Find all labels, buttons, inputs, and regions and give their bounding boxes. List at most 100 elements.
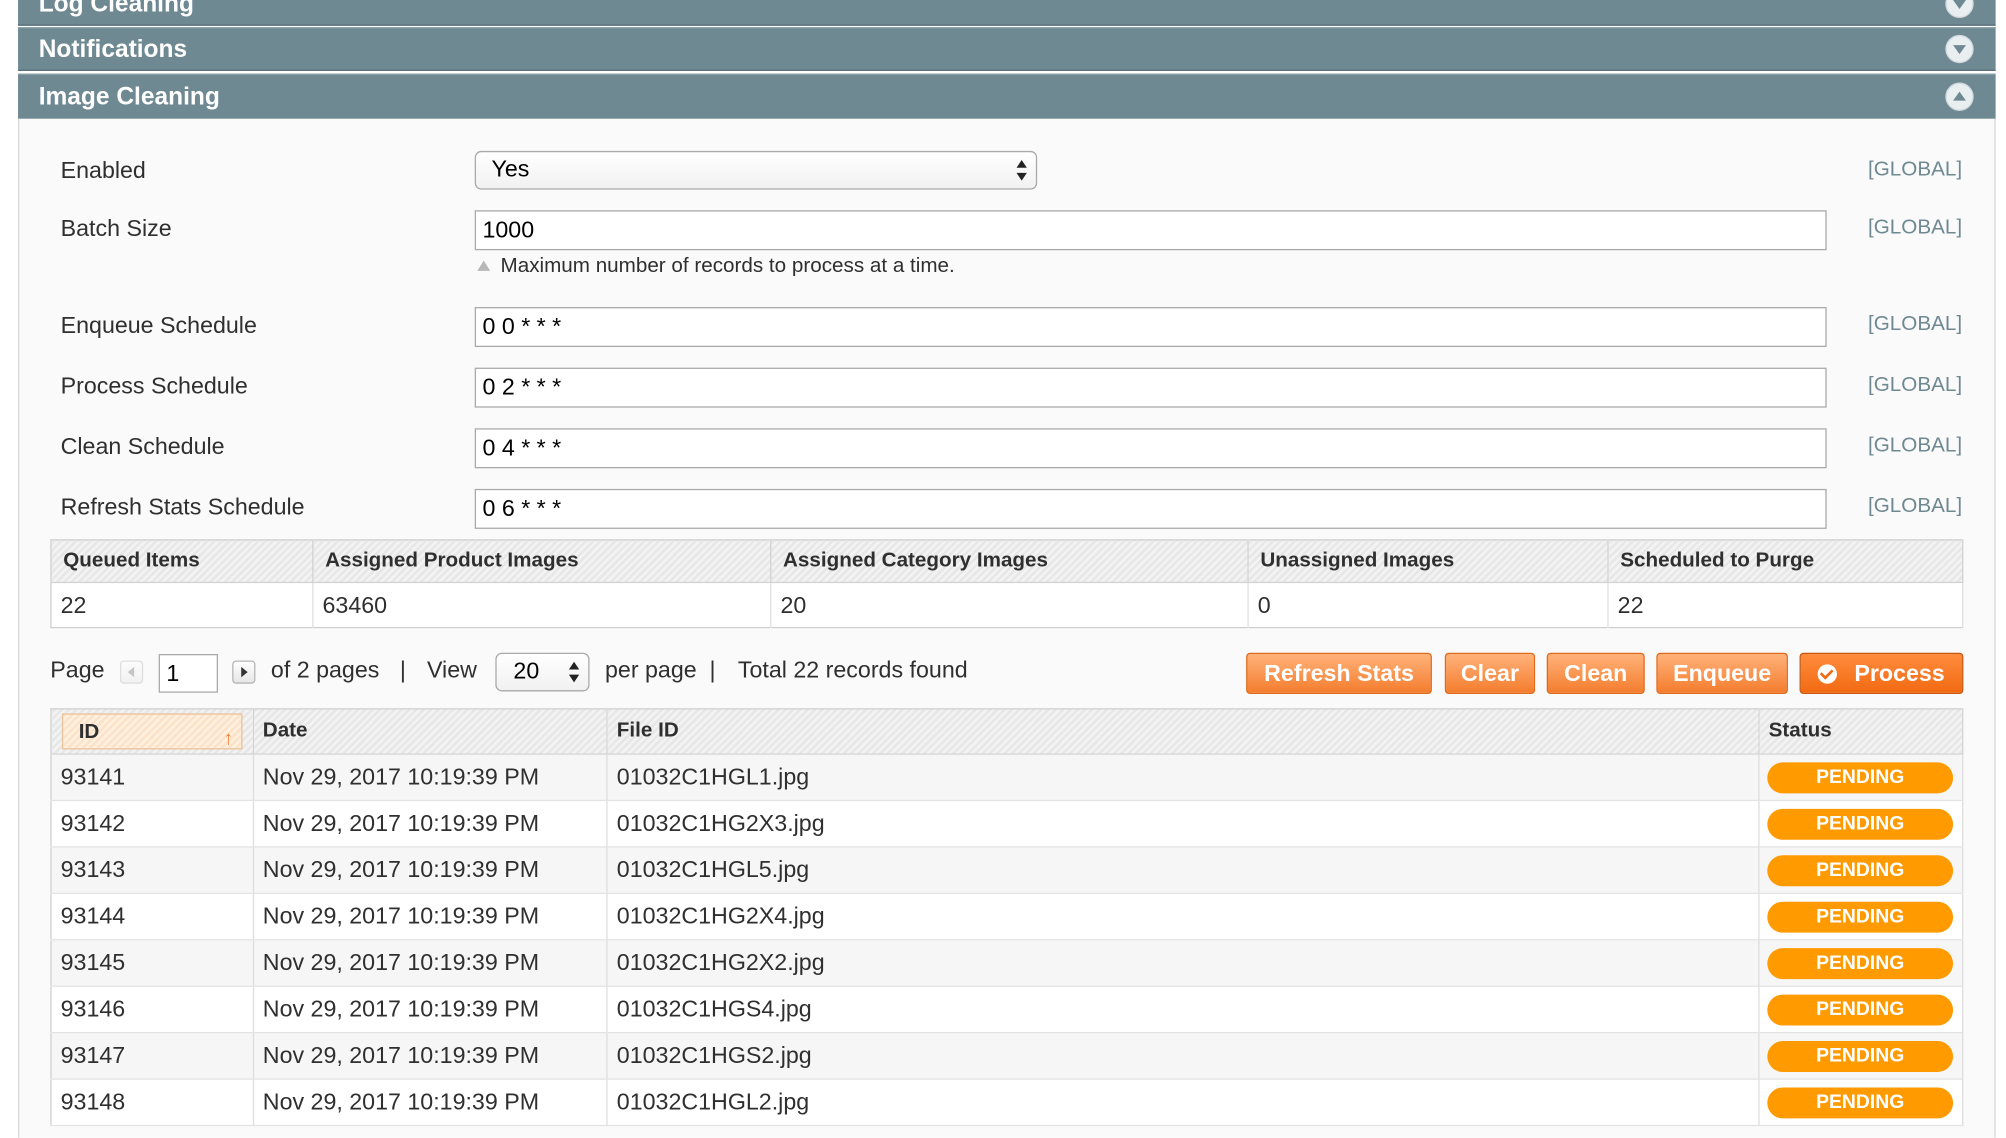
status-badge: PENDING: [1767, 1040, 1954, 1072]
table-row[interactable]: 93147 Nov 29, 2017 10:19:39 PM 01032C1HG…: [50, 1032, 1964, 1080]
cell-date: Nov 29, 2017 10:19:39 PM: [253, 846, 608, 894]
column-header-file-id[interactable]: File ID: [607, 708, 1760, 755]
cell-status: PENDING: [1758, 939, 1964, 987]
refresh-stats-button[interactable]: Refresh Stats: [1246, 652, 1432, 695]
section-log-cleaning[interactable]: Log Cleaning: [18, 0, 1996, 26]
process-schedule-input[interactable]: 0 2 * * *: [474, 367, 1827, 408]
prev-page-icon[interactable]: [119, 660, 144, 684]
stats-value-category: 20: [770, 582, 1249, 628]
config-page: Log Cleaning Notifications Image Cleanin…: [0, 0, 2006, 1138]
status-badge: PENDING: [1767, 901, 1954, 933]
stats-value-unassigned: 0: [1248, 582, 1609, 628]
stats-value-product: 63460: [312, 582, 772, 628]
enqueue-schedule-label: Enqueue Schedule: [60, 312, 257, 338]
stats-header: Assigned Category Images: [770, 539, 1249, 584]
pager-separator: |: [709, 656, 716, 683]
queue-grid: ID ↑ Date File ID Status 93141 Nov 29, 20…: [50, 708, 1964, 1127]
cell-id: 93148: [50, 1079, 254, 1127]
up-down-arrows-icon: [568, 661, 580, 683]
scope-global: [GLOBAL]: [1868, 313, 1963, 336]
clear-button[interactable]: Clear: [1444, 652, 1536, 695]
scope-global: [GLOBAL]: [1868, 374, 1963, 397]
cell-file-id: 01032C1HG2X2.jpg: [607, 939, 1760, 987]
cell-file-id: 01032C1HG2X3.jpg: [607, 800, 1760, 848]
cell-date: Nov 29, 2017 10:19:39 PM: [253, 1032, 608, 1080]
cell-id: 93146: [50, 986, 254, 1034]
batch-size-label: Batch Size: [60, 215, 172, 242]
scope-global: [GLOBAL]: [1868, 434, 1963, 457]
stats-value-purge: 22: [1607, 582, 1964, 628]
refresh-stats-schedule-label: Refresh Stats Schedule: [60, 494, 305, 520]
enabled-select[interactable]: Yes: [474, 150, 1038, 190]
page-input[interactable]: 1: [158, 654, 219, 693]
process-schedule-label: Process Schedule: [60, 372, 248, 399]
cell-status: PENDING: [1758, 1032, 1964, 1080]
clean-schedule-input[interactable]: 0 4 * * *: [474, 428, 1827, 469]
section-image-cleaning[interactable]: Image Cleaning: [18, 73, 1996, 120]
section-title: Notifications: [38, 36, 188, 64]
view-label: View: [426, 656, 477, 683]
batch-size-input[interactable]: 1000: [474, 210, 1827, 251]
cell-date: Nov 29, 2017 10:19:39 PM: [253, 986, 608, 1034]
per-page-label: per page: [605, 656, 697, 683]
chevron-up-circle-icon[interactable]: [1945, 82, 1974, 111]
enqueue-button[interactable]: Enqueue: [1656, 652, 1788, 695]
cell-file-id: 01032C1HG2X4.jpg: [607, 893, 1760, 941]
table-row[interactable]: 93146 Nov 29, 2017 10:19:39 PM 01032C1HG…: [50, 986, 1964, 1034]
cell-status: PENDING: [1758, 800, 1964, 848]
section-notifications[interactable]: Notifications: [18, 27, 1996, 71]
table-row[interactable]: 93144 Nov 29, 2017 10:19:39 PM 01032C1HG…: [50, 893, 1964, 941]
batch-size-hint: Maximum number of records to process at …: [477, 255, 955, 278]
stats-value-queued: 22: [50, 582, 314, 628]
checkmark-circle-icon: [1818, 664, 1838, 684]
of-pages-text: of 2 pages: [270, 656, 380, 683]
sort-ascending-icon: ↑: [223, 727, 234, 750]
grid-header-row: ID ↑ Date File ID Status: [50, 708, 1964, 755]
cell-id: 93145: [50, 939, 254, 987]
cell-date: Nov 29, 2017 10:19:39 PM: [253, 1079, 608, 1127]
column-header-date[interactable]: Date: [253, 708, 608, 755]
chevron-down-circle-icon[interactable]: [1945, 0, 1974, 19]
cell-status: PENDING: [1758, 986, 1964, 1034]
per-page-select[interactable]: 20: [495, 652, 590, 692]
cell-id: 93147: [50, 1032, 254, 1080]
table-row[interactable]: 93141 Nov 29, 2017 10:19:39 PM 01032C1HG…: [50, 754, 1964, 802]
cell-date: Nov 29, 2017 10:19:39 PM: [253, 800, 608, 848]
cell-id: 93141: [50, 754, 254, 802]
status-badge: PENDING: [1767, 947, 1954, 979]
pager-separator: |: [399, 656, 406, 683]
page-label: Page: [50, 656, 105, 683]
process-button[interactable]: Process: [1799, 652, 1964, 695]
next-page-icon[interactable]: [232, 660, 256, 684]
enqueue-schedule-input[interactable]: 0 0 * * *: [474, 307, 1827, 348]
section-title: Log Cleaning: [38, 0, 194, 19]
stats-header: Queued Items: [50, 539, 314, 584]
cell-date: Nov 29, 2017 10:19:39 PM: [253, 754, 608, 802]
chevron-down-circle-icon[interactable]: [1945, 34, 1974, 64]
enabled-select-value: Yes: [491, 156, 530, 182]
table-row[interactable]: 93148 Nov 29, 2017 10:19:39 PM 01032C1HG…: [50, 1079, 1964, 1127]
clean-schedule-label: Clean Schedule: [60, 433, 225, 460]
table-row[interactable]: 93142 Nov 29, 2017 10:19:39 PM 01032C1HG…: [50, 800, 1964, 848]
column-header-status[interactable]: Status: [1758, 708, 1964, 755]
table-row[interactable]: 93143 Nov 29, 2017 10:19:39 PM 01032C1HG…: [50, 846, 1964, 894]
cell-file-id: 01032C1HGL1.jpg: [607, 754, 1760, 802]
process-button-label: Process: [1854, 660, 1945, 687]
refresh-stats-schedule-input[interactable]: 0 6 * * *: [474, 488, 1827, 529]
cell-id: 93142: [50, 800, 254, 848]
clean-button[interactable]: Clean: [1546, 652, 1645, 695]
stats-header: Assigned Product Images: [312, 539, 772, 584]
cell-file-id: 01032C1HGS2.jpg: [607, 1032, 1760, 1080]
cell-file-id: 01032C1HGS4.jpg: [607, 986, 1760, 1034]
table-row[interactable]: 93145 Nov 29, 2017 10:19:39 PM 01032C1HG…: [50, 939, 1964, 987]
status-badge: PENDING: [1767, 1086, 1954, 1118]
cell-date: Nov 29, 2017 10:19:39 PM: [253, 893, 608, 941]
total-records-text: Total 22 records found: [737, 656, 968, 683]
cell-file-id: 01032C1HGL2.jpg: [607, 1079, 1760, 1127]
cell-status: PENDING: [1758, 893, 1964, 941]
stats-table: Queued Items Assigned Product Images Ass…: [50, 539, 1964, 629]
status-badge: PENDING: [1767, 761, 1954, 793]
cell-id: 93144: [50, 893, 254, 941]
up-down-arrows-icon: [1016, 159, 1027, 181]
column-header-id[interactable]: ID ↑: [50, 708, 254, 755]
